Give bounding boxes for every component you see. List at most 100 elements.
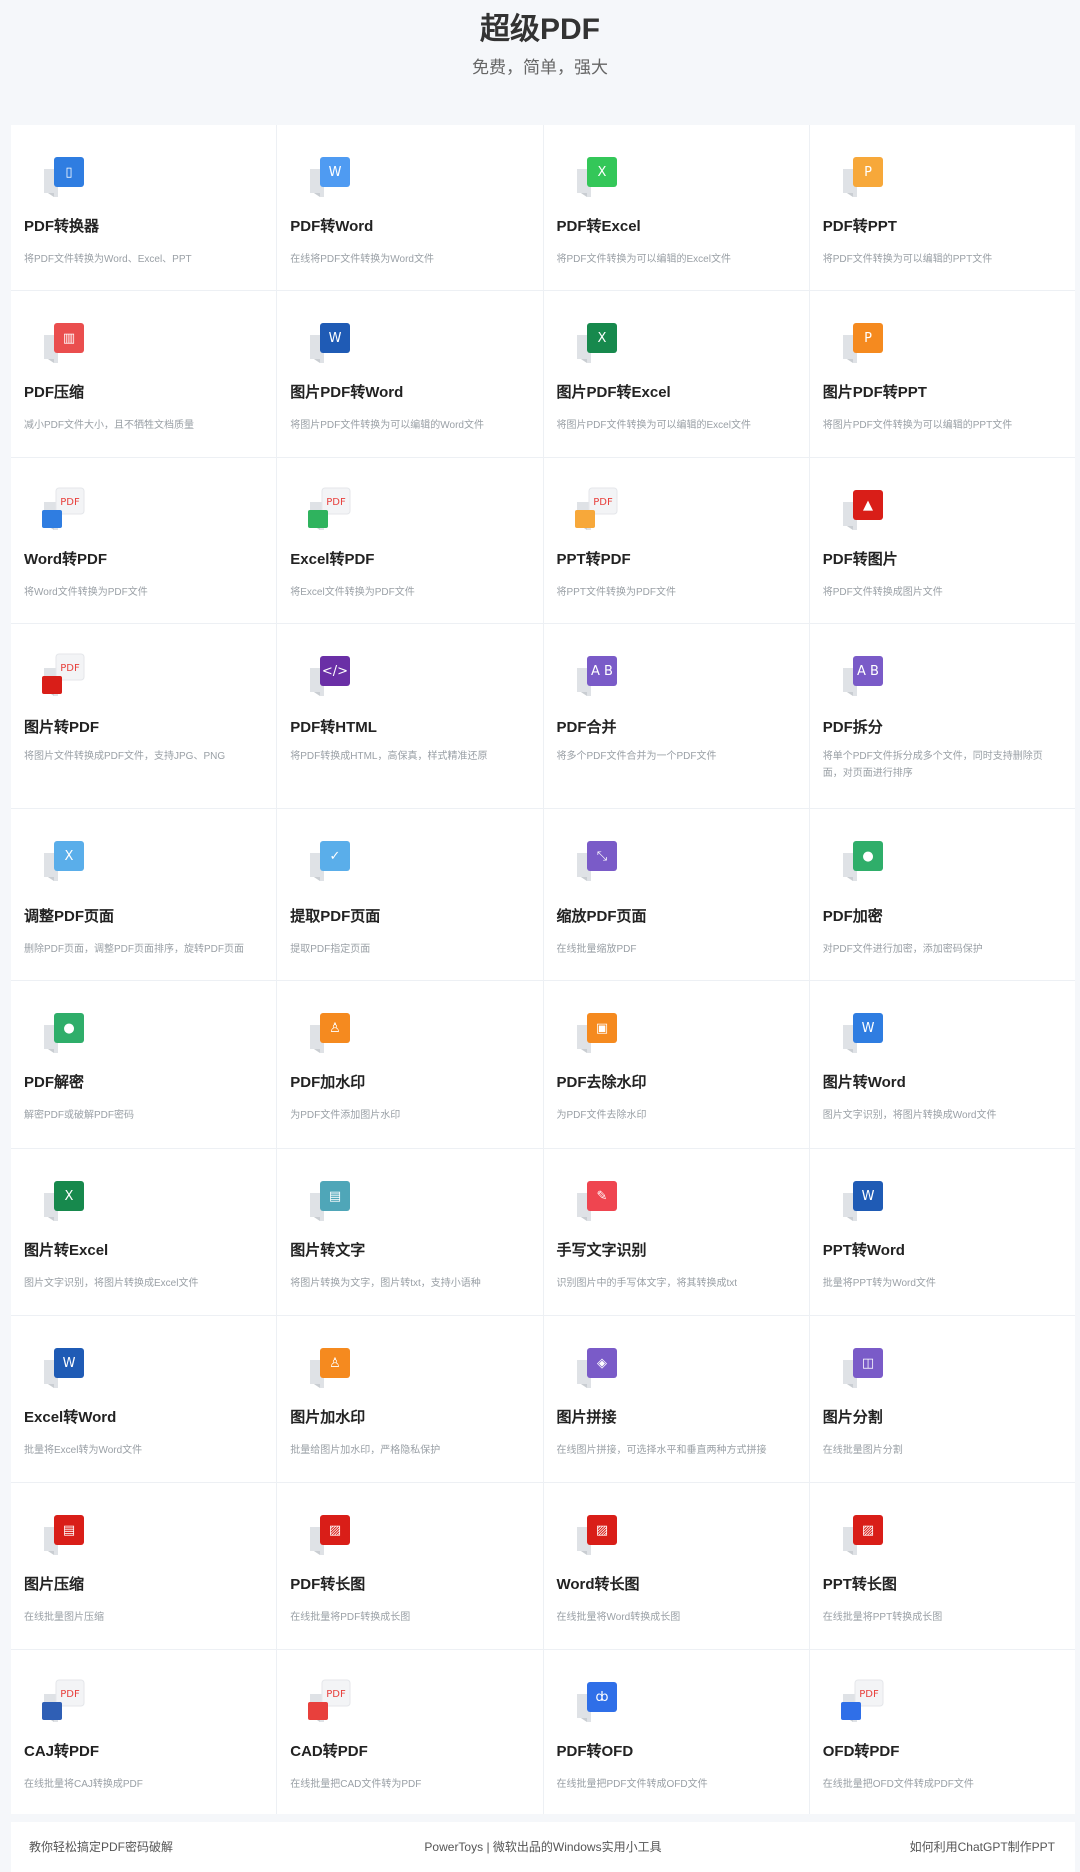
tool-title: 图片拼接 (556, 1409, 617, 1426)
tool-title: PDF加水印 (290, 1074, 366, 1091)
tool-card-image-to-excel[interactable]: X 图片转Excel 图片文字识别，将图片转换成Excel文件 (11, 1149, 277, 1315)
tool-description: 在线批量把PDF文件转成OFD文件 (556, 1779, 708, 1790)
tool-card-pdf-to-html[interactable]: </> PDF转HTML 将PDF转换成HTML，高保真，样式精准还原 (277, 624, 543, 808)
tool-title: 图片转Excel (24, 1242, 109, 1259)
tool-description: 在线批量将Word转换成长图 (556, 1612, 681, 1623)
doc-fold-shape (580, 692, 587, 696)
icon-glyph: ◈ (597, 1356, 607, 1371)
tool-card-image-split[interactable]: ◫ 图片分割 在线批量图片分割 (809, 1316, 1075, 1482)
tool-description: 为PDF文件去除水印 (556, 1110, 647, 1121)
tool-card-ofd-to-pdf[interactable]: PDF OFD转PDF 在线批量把OFD文件转成PDF文件 (809, 1650, 1075, 1814)
tool-title: 手写文字识别 (556, 1242, 647, 1259)
icon-glyph: ȸ (595, 1690, 608, 1705)
doc-fold-shape (580, 1551, 587, 1555)
tool-card-image-pdf-to-excel[interactable]: X 图片PDF转Excel 将图片PDF文件转换为可以编辑的Excel文件 (543, 291, 809, 457)
tool-card-ppt-to-word[interactable]: W PPT转Word 批量将PPT转为Word文件 (809, 1149, 1075, 1315)
tool-title: PDF转Word (290, 218, 374, 235)
tool-description: 解密PDF或破解PDF密码 (24, 1110, 134, 1121)
pdf-badge-icon: PDF (304, 1676, 352, 1724)
icon-glyph: </> (322, 664, 348, 679)
tool-title: PDF加密 (822, 908, 883, 925)
tool-card-cad-to-pdf[interactable]: PDF CAD转PDF 在线批量把CAD文件转为PDF (277, 1650, 543, 1814)
tool-card-image-compress[interactable]: ▤ 图片压缩 在线批量图片压缩 (11, 1483, 277, 1649)
icon-glyph: PDF (60, 1689, 80, 1700)
tool-title: PPT转长图 (822, 1576, 897, 1593)
tool-card-image-pdf-to-ppt[interactable]: P 图片PDF转PPT 将图片PDF文件转换为可以编辑的PPT文件 (809, 291, 1075, 457)
tool-title: PDF转图片 (822, 551, 898, 568)
tool-title: 提取PDF页面 (290, 908, 381, 925)
doc-fold-shape (846, 692, 853, 696)
doc-fold-shape (314, 1551, 321, 1555)
tool-card-image-pdf-to-word[interactable]: W 图片PDF转Word 将图片PDF文件转换为可以编辑的Word文件 (277, 291, 543, 457)
stitch-icon: ◈ (571, 1342, 619, 1390)
page-title: 超级PDF (480, 13, 600, 46)
tool-card-handwriting-ocr[interactable]: ✎ 手写文字识别 识别图片中的手写体文字，将其转换成txt (543, 1149, 809, 1315)
icon-glyph: A B (591, 664, 613, 679)
pdf-badge-icon: PDF (38, 484, 86, 532)
tool-card-excel-to-word[interactable]: W Excel转Word 批量将Excel转为Word文件 (11, 1316, 277, 1482)
doc-fold-shape (580, 359, 587, 363)
tool-card-image-to-text[interactable]: ▤ 图片转文字 将图片转换为文字，图片转txt，支持小语种 (277, 1149, 543, 1315)
excel-icon: X (571, 151, 619, 199)
word-icon: W (38, 1342, 86, 1390)
tool-card-pdf-to-image[interactable]: ▲ PDF转图片 将PDF文件转换成图片文件 (809, 458, 1075, 623)
tool-card-pdf-to-ppt[interactable]: P PDF转PPT 将PDF文件转换为可以编辑的PPT文件 (809, 125, 1075, 290)
tool-card-image-to-pdf[interactable]: PDF 图片转PDF 将图片文件转换成PDF文件，支持JPG、PNG (11, 624, 277, 808)
tool-card-pdf-converter[interactable]: ▯ PDF转换器 将PDF文件转换为Word、Excel、PPT (11, 125, 277, 290)
tool-card-pdf-merge[interactable]: A B PDF合并 将多个PDF文件合并为一个PDF文件 (543, 624, 809, 808)
doc-fold-shape (314, 877, 321, 881)
merge-icon: A B (571, 650, 619, 698)
icon-source-shape (840, 1702, 861, 1720)
tool-card-ppt-to-pdf[interactable]: PDF PPT转PDF 将PPT文件转换为PDF文件 (543, 458, 809, 623)
word-icon: W (304, 317, 352, 365)
tool-card-pdf-to-long-image[interactable]: ▨ PDF转长图 在线批量将PDF转换成长图 (277, 1483, 543, 1649)
tool-description: 在线批量将PPT转换成长图 (822, 1612, 943, 1623)
tool-description: 将图片PDF文件转换为可以编辑的PPT文件 (822, 420, 1013, 431)
tool-card-image-to-word[interactable]: W 图片转Word 图片文字识别，将图片转换成Word文件 (809, 981, 1075, 1148)
icon-glyph: ◫ (862, 1356, 874, 1371)
tool-card-adjust-pdf-pages[interactable]: X 调整PDF页面 删除PDF页面，调整PDF页面排序，旋转PDF页面 (11, 809, 277, 980)
tool-title: Word转PDF (24, 551, 108, 568)
icon-glyph: ✓ (330, 849, 341, 864)
icon-glyph: W (63, 1356, 76, 1371)
ppt-icon: P (837, 317, 885, 365)
tool-card-word-to-long-image[interactable]: ▨ Word转长图 在线批量将Word转换成长图 (543, 1483, 809, 1649)
tool-description: 在线批量将CAJ转换成PDF (24, 1779, 143, 1790)
icon-glyph: ● (862, 849, 873, 864)
tool-card-pdf-compress[interactable]: ▥ PDF压缩 减小PDF文件大小，且不牺牲文档质量 (11, 291, 277, 457)
tool-card-resize-pdf-pages[interactable]: ⤡ 缩放PDF页面 在线批量缩放PDF (543, 809, 809, 980)
tool-card-pdf-split[interactable]: A B PDF拆分 将单个PDF文件拆分成多个文件，同时支持删除页面，对页面进行排序 (809, 624, 1075, 808)
tool-card-caj-to-pdf[interactable]: PDF CAJ转PDF 在线批量将CAJ转换成PDF (11, 1650, 277, 1814)
icon-glyph: X (597, 331, 606, 346)
tool-description: 删除PDF页面，调整PDF页面排序，旋转PDF页面 (24, 944, 244, 955)
icon-glyph: ♙ (329, 1021, 341, 1036)
tool-card-word-to-pdf[interactable]: PDF Word转PDF 将Word文件转换为PDF文件 (11, 458, 277, 623)
tool-card-pdf-to-word[interactable]: W PDF转Word 在线将PDF文件转换为Word文件 (277, 125, 543, 290)
tool-card-pdf-watermark[interactable]: ♙ PDF加水印 为PDF文件添加图片水印 (277, 981, 543, 1148)
footer-links: 教你轻松搞定PDF密码破解 PowerToys | 微软出品的Windows实用… (11, 1822, 1075, 1872)
tool-title: PDF解密 (24, 1074, 85, 1091)
tool-card-pdf-to-ofd[interactable]: ȸ PDF转OFD 在线批量把PDF文件转成OFD文件 (543, 1650, 809, 1814)
tool-card-pdf-decrypt[interactable]: ● PDF解密 解密PDF或破解PDF密码 (11, 981, 277, 1148)
tool-description: 将多个PDF文件合并为一个PDF文件 (556, 751, 717, 762)
tool-card-pdf-to-excel[interactable]: X PDF转Excel 将PDF文件转换为可以编辑的Excel文件 (543, 125, 809, 290)
tool-card-pdf-encrypt[interactable]: ● PDF加密 对PDF文件进行加密，添加密码保护 (809, 809, 1075, 980)
tool-title: 图片转文字 (290, 1242, 366, 1259)
tool-card-image-stitch[interactable]: ◈ 图片拼接 在线图片拼接，可选择水平和垂直两种方式拼接 (543, 1316, 809, 1482)
tool-description: 将图片PDF文件转换为可以编辑的Word文件 (290, 420, 484, 431)
icon-glyph: ⤡ (596, 849, 607, 864)
ppt-icon: P (837, 151, 885, 199)
tool-card-excel-to-pdf[interactable]: PDF Excel转PDF 将Excel文件转换为PDF文件 (277, 458, 543, 623)
tool-grid: ▯ PDF转换器 将PDF文件转换为Word、Excel、PPT W PDF转Word 在… (11, 125, 1075, 1814)
doc-fold-shape (48, 359, 54, 363)
icon-glyph: W (861, 1189, 874, 1204)
tool-title: 图片压缩 (24, 1576, 85, 1593)
tool-card-ppt-to-long-image[interactable]: ▨ PPT转长图 在线批量将PPT转换成长图 (809, 1483, 1075, 1649)
tool-card-pdf-remove-watermark[interactable]: ▣ PDF去除水印 为PDF文件去除水印 (543, 981, 809, 1148)
eraser-icon: ▣ (571, 1007, 619, 1055)
shrink-icon: ⤡ (571, 835, 619, 883)
tool-card-extract-pdf-pages[interactable]: ✓ 提取PDF页面 提取PDF指定页面 (277, 809, 543, 980)
tool-description: 在线批量缩放PDF (556, 944, 637, 955)
tool-card-image-watermark[interactable]: ♙ 图片加水印 批量给图片加水印，严格隐私保护 (277, 1316, 543, 1482)
footer-link-chatgpt-ppt[interactable]: 如何利用ChatGPT制作PPT (910, 1838, 1055, 1856)
